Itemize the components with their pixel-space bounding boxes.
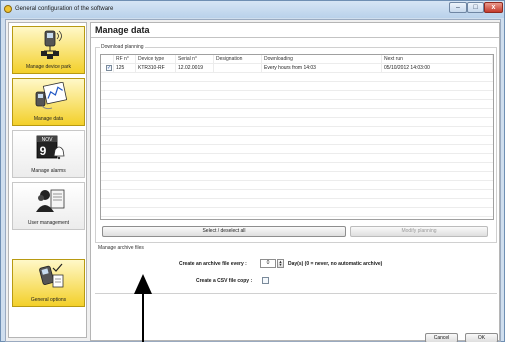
csv-copy-checkbox[interactable] xyxy=(262,277,269,284)
empty-row xyxy=(101,136,493,145)
empty-row xyxy=(101,145,493,154)
sidebar-item-general-options[interactable]: General options xyxy=(12,259,85,307)
device-options-icon xyxy=(39,263,64,288)
annotation-arrow-head xyxy=(134,274,152,294)
archive-files-label: Manage archive files xyxy=(97,245,145,251)
calendar-month: NOV xyxy=(42,137,54,143)
minimize-button[interactable]: – xyxy=(449,2,467,13)
sidebar-item-label: Manage alarms xyxy=(31,168,66,174)
empty-row xyxy=(101,73,493,82)
device-network-icon xyxy=(41,30,62,59)
empty-row xyxy=(101,100,493,109)
calendar-day: 9 xyxy=(40,144,47,158)
empty-row xyxy=(101,91,493,100)
modify-planning-button[interactable]: Modify planning xyxy=(350,226,488,237)
empty-row xyxy=(101,181,493,190)
app-window: General configuration of the software – … xyxy=(0,0,505,342)
empty-row xyxy=(101,172,493,181)
csv-copy-label: Create a CSV file copy : xyxy=(196,278,253,284)
archive-days-spinner[interactable]: ▲ ▼ xyxy=(277,259,284,268)
column-header xyxy=(101,55,114,64)
ok-button[interactable]: OK xyxy=(465,333,498,342)
page-title: Manage data xyxy=(95,25,150,35)
archive-group-bottom-border xyxy=(95,293,497,294)
sidebar-item-label: Manage data xyxy=(33,116,64,122)
sidebar-item-device-park[interactable]: Manage device park xyxy=(12,26,85,74)
maximize-button[interactable]: □ xyxy=(467,2,484,13)
table-header: RF n° Device type Serial n° Designation … xyxy=(101,55,493,64)
cell-downloading: Every hours from 14:03 xyxy=(262,64,382,73)
cancel-button[interactable]: Cancel xyxy=(425,333,458,342)
empty-row xyxy=(101,109,493,118)
calendar-alarm-icon: NOV 9 xyxy=(36,135,65,160)
sidebar: Manage device park Manage data NOV 9 Man… xyxy=(8,22,87,338)
cell-serial: 12.02.0019 xyxy=(176,64,214,73)
sidebar-item-alarms[interactable]: NOV 9 Manage alarms xyxy=(12,130,85,178)
row-checkbox-cell: ✓ xyxy=(101,64,114,73)
cell-next-run: 05/10/2012 14:03:00 xyxy=(382,64,493,73)
archive-days-input[interactable]: 0 xyxy=(260,259,276,268)
annotation-arrow-shaft xyxy=(142,292,144,342)
column-header-serial[interactable]: Serial n° xyxy=(176,55,214,64)
select-deselect-all-button[interactable]: Select / deselect all xyxy=(102,226,346,237)
archive-days-note: Day(s) (0 = never, no automatic archive) xyxy=(288,261,383,267)
sidebar-item-label: General options xyxy=(30,297,67,303)
empty-row xyxy=(101,208,493,217)
download-planning-label: Download planning xyxy=(100,44,145,50)
planning-table[interactable]: RF n° Device type Serial n° Designation … xyxy=(100,54,494,220)
archive-files-group: Manage archive files Create an archive f… xyxy=(95,245,497,293)
row-checkbox[interactable]: ✓ xyxy=(106,65,112,71)
empty-row xyxy=(101,82,493,91)
cell-designation xyxy=(214,64,262,73)
column-header-downloading[interactable]: Downloading xyxy=(262,55,382,64)
empty-row xyxy=(101,199,493,208)
column-header-designation[interactable]: Designation xyxy=(214,55,262,64)
sidebar-item-manage-data[interactable]: Manage data xyxy=(12,78,85,126)
table-row[interactable]: ✓ 125 KTR310-RF 12.02.0019 Every hours f… xyxy=(101,64,493,73)
sidebar-item-label: Manage device park xyxy=(25,64,72,70)
sidebar-item-user-management[interactable]: User management xyxy=(12,182,85,230)
window-title: General configuration of the software xyxy=(15,6,114,12)
sidebar-item-label: User management xyxy=(27,220,70,226)
empty-row xyxy=(101,118,493,127)
column-header-next-run[interactable]: Next run xyxy=(382,55,493,64)
archive-every-label: Create an archive file every : xyxy=(179,261,247,267)
empty-row xyxy=(101,127,493,136)
column-header-device-type[interactable]: Device type xyxy=(136,55,176,64)
spin-down-icon[interactable]: ▼ xyxy=(279,262,283,267)
empty-row xyxy=(101,154,493,163)
cell-device-type: KTR310-RF xyxy=(136,64,176,73)
close-button[interactable]: x xyxy=(484,2,503,13)
empty-row xyxy=(101,190,493,199)
title-divider xyxy=(91,37,499,38)
data-chart-icon xyxy=(35,82,67,110)
download-planning-group: Download planning RF n° Device type Seri… xyxy=(95,44,497,243)
client-area: Manage device park Manage data NOV 9 Man… xyxy=(5,19,501,342)
column-header-rf[interactable]: RF n° xyxy=(114,55,136,64)
title-bar: General configuration of the software – … xyxy=(1,1,504,18)
app-icon xyxy=(4,5,12,13)
empty-row xyxy=(101,163,493,172)
user-document-icon xyxy=(36,189,65,212)
cell-rf: 125 xyxy=(114,64,136,73)
